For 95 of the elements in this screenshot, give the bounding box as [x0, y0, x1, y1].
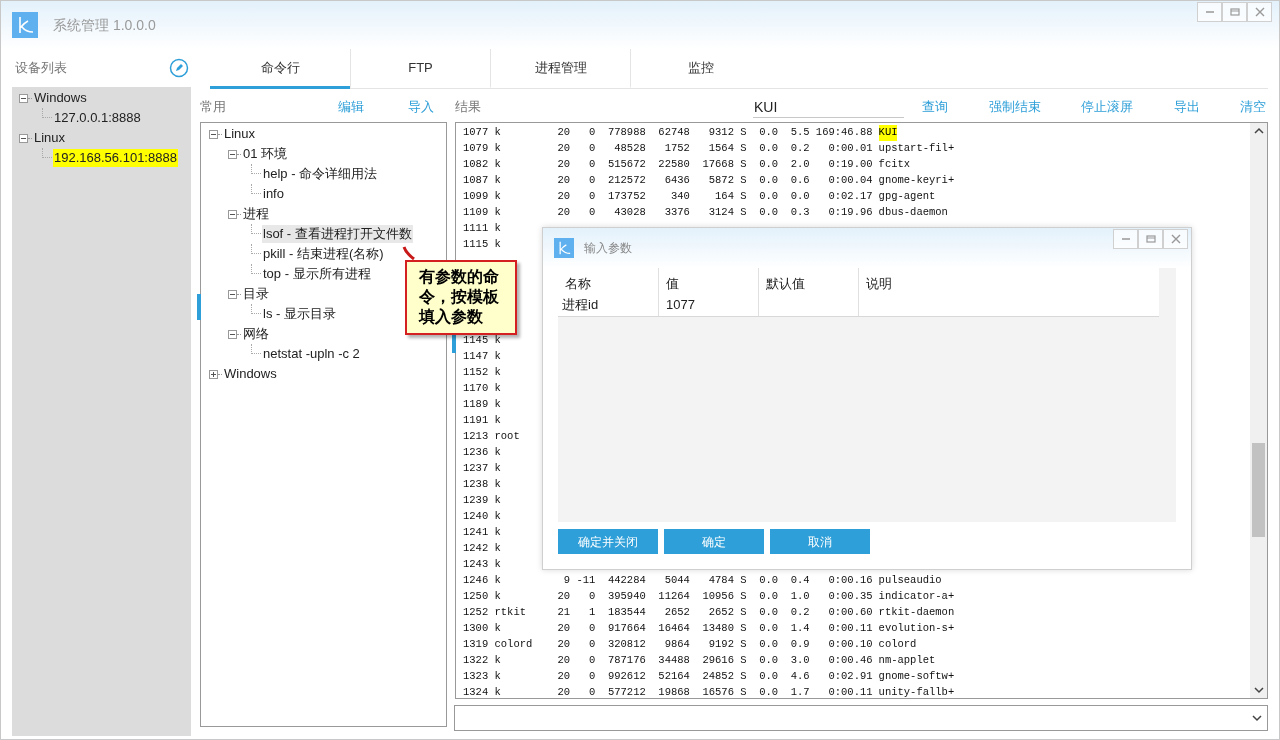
- window-title: 系统管理 1.0.0.0: [53, 15, 156, 35]
- output-line: 1145 k: [463, 333, 501, 349]
- collapse-icon[interactable]: [228, 289, 237, 299]
- tree-item[interactable]: 192.168.56.101:8888: [53, 149, 178, 167]
- expand-icon[interactable]: [209, 369, 218, 379]
- output-line: 1322 k 20 0 787176 34488 29616 S 0.0 3.0 0:00.46: [463, 653, 873, 669]
- tab[interactable]: 命令行: [210, 49, 350, 89]
- output-line: 1243 k: [463, 557, 501, 573]
- close-button[interactable]: [1247, 2, 1272, 22]
- process-name: KUI: [878, 125, 898, 141]
- tree-item[interactable]: ls - 显示目录: [262, 305, 337, 323]
- panel-title: 设备列表: [15, 59, 67, 78]
- tree-item[interactable]: 进程: [242, 205, 270, 223]
- maximize-button[interactable]: [1222, 2, 1247, 22]
- output-line: 1246 k 9 -11 442284 5044 4784 S 0.0 0.4 0:00.16: [463, 573, 873, 589]
- minimize-icon: [1120, 238, 1131, 240]
- tree-item[interactable]: lsof - 查看进程打开文件数: [262, 225, 413, 243]
- output-line: 1250 k 20 0 395940 11264 10956 S 0.0 1.0 0:00.35: [463, 589, 873, 605]
- scrollbar-thumb[interactable]: [1252, 443, 1265, 537]
- callout-text: 有参数的命令，按模板填入参数: [419, 267, 500, 327]
- column-header: 值: [658, 268, 758, 295]
- table-cell-text: 进程id: [561, 296, 600, 314]
- output-line: 1082 k 20 0 515672 22580 17668 S 0.0 2.0 0:19.00: [463, 157, 873, 173]
- minimize-button[interactable]: [1113, 229, 1138, 249]
- collapse-icon[interactable]: [19, 93, 28, 103]
- collapse-icon[interactable]: [228, 149, 237, 159]
- tab[interactable]: FTP: [350, 49, 490, 89]
- column-header: 默认值: [758, 268, 858, 295]
- tree-item[interactable]: Windows: [33, 89, 88, 107]
- panel-title: 常用: [200, 98, 226, 117]
- dialog-title: 输入参数: [584, 240, 632, 257]
- edit-icon[interactable]: [169, 58, 189, 78]
- output-line: 1147 k: [463, 349, 501, 365]
- output-line: 1239 k: [463, 493, 501, 509]
- output-line: 1189 k: [463, 397, 501, 413]
- column-header: 说明: [858, 268, 1159, 295]
- output-line: 1238 k: [463, 477, 501, 493]
- output-line: 1115 k: [463, 237, 501, 253]
- collapse-icon[interactable]: [228, 209, 237, 219]
- tab[interactable]: 监控: [630, 49, 770, 89]
- scrollbar[interactable]: [1250, 123, 1267, 698]
- process-name: unity-fallb+: [878, 685, 955, 698]
- maximize-button[interactable]: [1138, 229, 1163, 249]
- collapse-icon[interactable]: [19, 133, 28, 143]
- minimize-button[interactable]: [1197, 2, 1222, 22]
- output-line: 1323 k 20 0 992612 52164 24852 S 0.0 4.6 0:02.91: [463, 669, 873, 685]
- output-line: 1241 k: [463, 525, 501, 541]
- output-line: 1237 k: [463, 461, 501, 477]
- command-input-dropdown[interactable]: [454, 705, 1268, 731]
- output-line: 1213 root: [463, 429, 520, 445]
- tab[interactable]: 进程管理: [490, 49, 630, 89]
- tree-item[interactable]: 01 环境: [242, 145, 289, 163]
- minimize-icon: [1204, 11, 1215, 13]
- splitter-handle[interactable]: [452, 334, 456, 353]
- tree-item[interactable]: 127.0.0.1:8888: [53, 109, 142, 127]
- tree-item[interactable]: Linux: [33, 129, 67, 147]
- app-logo-icon: [554, 238, 574, 258]
- tree-item[interactable]: 网络: [242, 325, 270, 343]
- tree-item[interactable]: top - 显示所有进程: [262, 265, 372, 283]
- column-header: 名称: [564, 275, 592, 293]
- table-cell: 1077: [658, 295, 758, 316]
- caret-icon: [1251, 712, 1263, 724]
- output-line: 1242 k: [463, 541, 501, 557]
- maximize-icon: [1227, 5, 1242, 19]
- output-line: 1109 k 20 0 43028 3376 3124 S 0.0 0.3 0:19.96: [463, 205, 873, 221]
- tree-item[interactable]: info: [262, 185, 285, 203]
- tree-item[interactable]: 目录: [242, 285, 270, 303]
- output-line: 1079 k 20 0 48528 1752 1564 S 0.0 0.2 0:00.01: [463, 141, 873, 157]
- app-logo-icon: [12, 12, 38, 38]
- output-line: 1300 k 20 0 917664 16464 13480 S 0.0 1.4 0:00.11: [463, 621, 873, 637]
- maximize-icon: [1143, 232, 1158, 246]
- tree-item[interactable]: Windows: [223, 365, 278, 383]
- output-line: 1152 k: [463, 365, 501, 381]
- output-line: 1087 k 20 0 212572 6436 5872 S 0.0 0.6 0:00.04: [463, 173, 873, 189]
- collapse-icon[interactable]: [209, 129, 218, 139]
- output-line: 1170 k: [463, 381, 501, 397]
- output-line: 1077 k 20 0 778988 62748 9312 S 0.0 5.5 169:46.88: [463, 125, 873, 141]
- output-line: 1099 k 20 0 173752 340 164 S 0.0 0.0 0:02.17: [463, 189, 873, 205]
- output-line: 1319 colord 20 0 320812 9864 9192 S 0.0 0.9 0:00.10: [463, 637, 873, 653]
- scroll-down-icon[interactable]: [1252, 684, 1265, 696]
- output-line: 1191 k: [463, 413, 501, 429]
- tree-item[interactable]: pkill - 结束进程(名称): [262, 245, 385, 263]
- output-line: 1240 k: [463, 509, 501, 525]
- panel-title: 结果: [455, 98, 482, 117]
- tree-item[interactable]: Linux: [223, 125, 257, 143]
- output-line: 1236 k: [463, 445, 501, 461]
- splitter-handle[interactable]: [197, 294, 201, 320]
- output-line: 1252 rtkit 21 1 183544 2652 2652 S 0.0 0.2 0:00.60: [463, 605, 873, 621]
- output-line: 1324 k 20 0 577212 19868 16576 S 0.0 1.7 0:00.11: [463, 685, 873, 698]
- collapse-icon[interactable]: [228, 329, 237, 339]
- search-field[interactable]: KUI: [753, 96, 904, 118]
- tree-item[interactable]: netstat -upln -c 2: [262, 345, 361, 363]
- close-button[interactable]: [1163, 229, 1188, 249]
- output-line: 1111 k: [463, 221, 501, 237]
- tree-item[interactable]: help - 命令详细用法: [262, 165, 379, 183]
